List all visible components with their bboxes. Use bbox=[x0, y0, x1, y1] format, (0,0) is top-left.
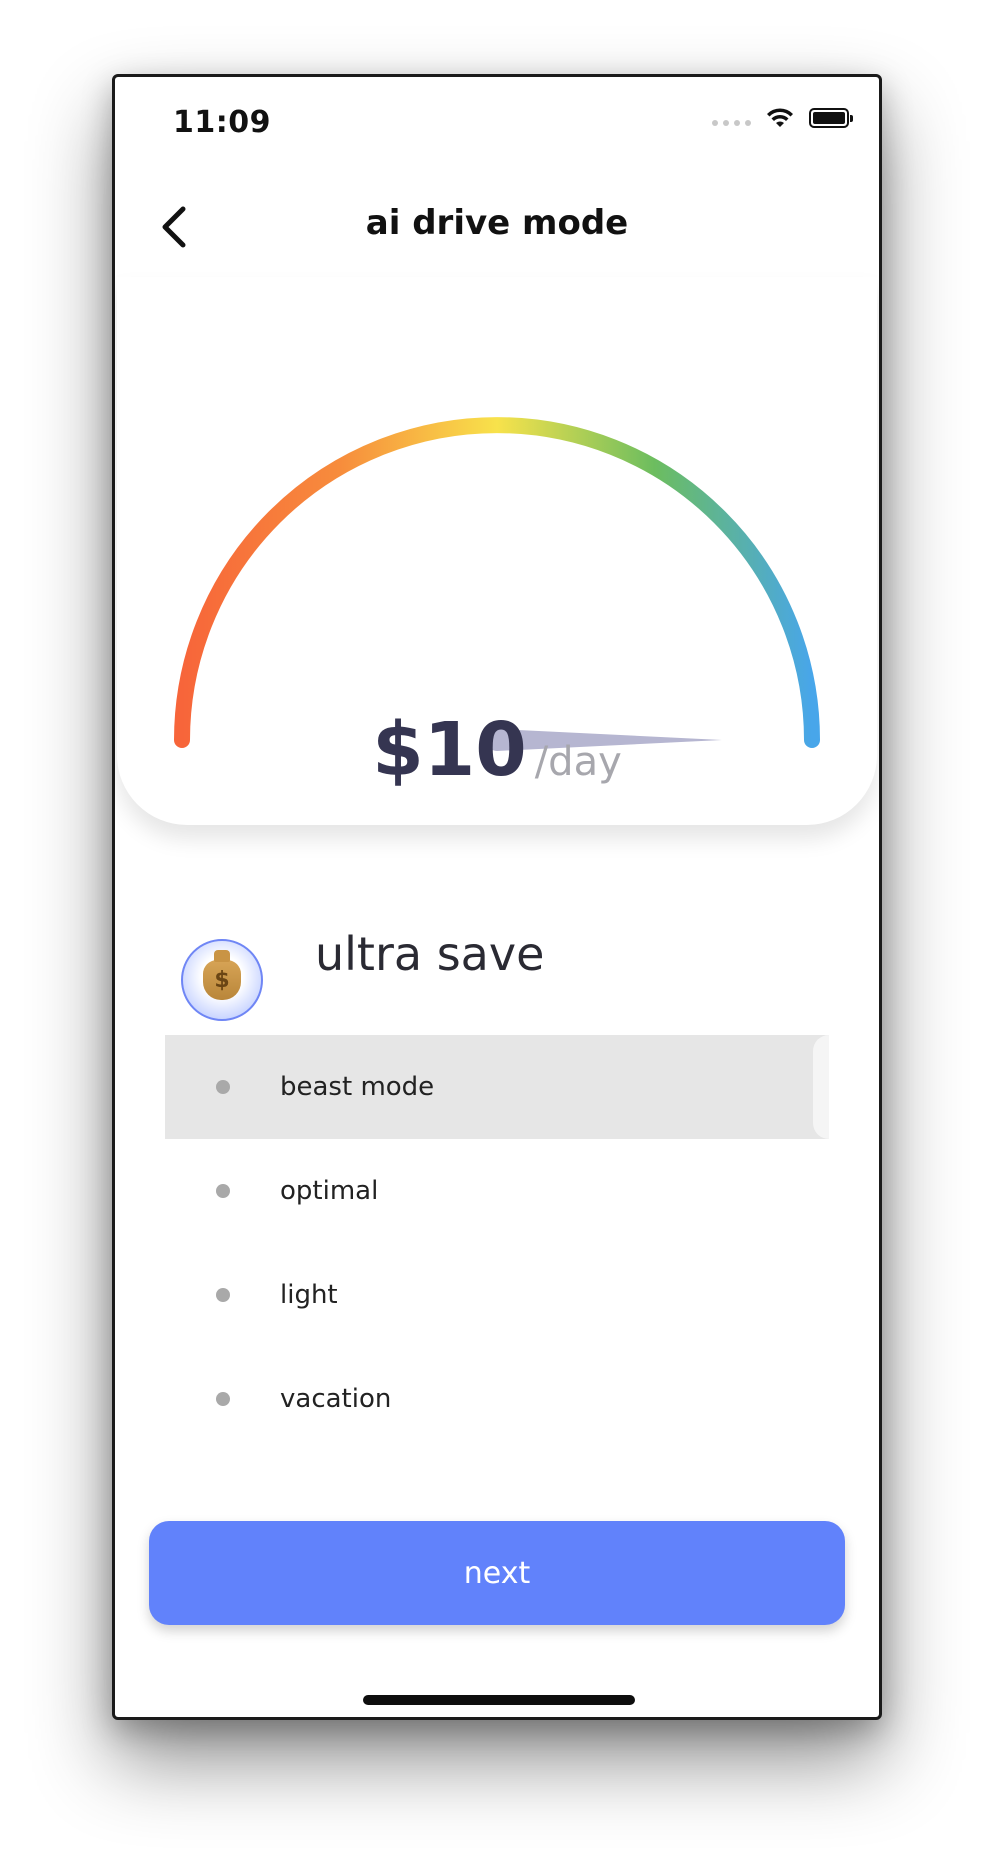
phone-frame: 11:09 ai drive mode $10 /day $ ultra sav… bbox=[112, 74, 882, 1720]
bullet-icon bbox=[216, 1392, 230, 1406]
money-bag-icon: $ bbox=[181, 939, 263, 1021]
mode-label: light bbox=[280, 1280, 338, 1310]
bullet-icon bbox=[216, 1080, 230, 1094]
mode-list: beast mode optimal light vacation bbox=[165, 1035, 829, 1451]
plan-title: ultra save bbox=[315, 927, 545, 981]
price: $10 /day bbox=[117, 707, 877, 793]
mode-item-light[interactable]: light bbox=[165, 1243, 829, 1347]
gauge-arc bbox=[174, 417, 820, 748]
mode-item-optimal[interactable]: optimal bbox=[165, 1139, 829, 1243]
page-title: ai drive mode bbox=[365, 203, 629, 243]
mode-label: vacation bbox=[280, 1384, 392, 1414]
status-time: 11:09 bbox=[173, 105, 271, 140]
mode-item-vacation[interactable]: vacation bbox=[165, 1347, 829, 1451]
home-indicator bbox=[363, 1695, 635, 1705]
bullet-icon bbox=[216, 1184, 230, 1198]
mode-label: optimal bbox=[280, 1176, 379, 1206]
money-bag-glyph: $ bbox=[203, 950, 241, 1000]
battery-icon bbox=[809, 108, 853, 128]
bullet-icon bbox=[216, 1288, 230, 1302]
status-icons bbox=[712, 107, 853, 129]
gauge-card: $10 /day bbox=[117, 277, 877, 825]
signal-icon bbox=[712, 120, 751, 126]
wifi-icon bbox=[767, 108, 793, 127]
price-value: $10 bbox=[372, 707, 527, 793]
mode-label: beast mode bbox=[280, 1072, 435, 1102]
next-button[interactable]: next bbox=[149, 1521, 845, 1625]
mode-item-beast-mode[interactable]: beast mode bbox=[165, 1035, 829, 1139]
price-unit: /day bbox=[534, 739, 622, 785]
